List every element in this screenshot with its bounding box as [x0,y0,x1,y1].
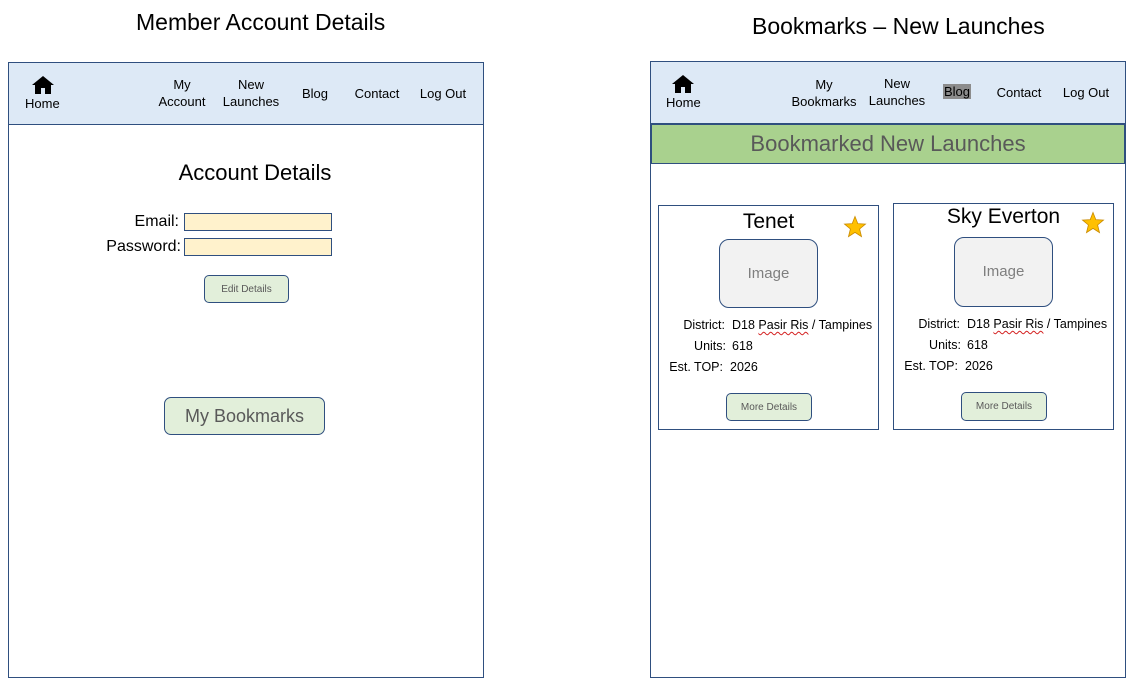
district-value: D18 Pasir Ris / Tampines [967,317,1108,331]
left-mockup-frame: Home My Account New Launches Blog Contac… [8,62,484,678]
left-navbar: Home My Account New Launches Blog Contac… [9,63,483,125]
nav-contact[interactable]: Contact [349,85,405,102]
nav-new-launches[interactable]: New Launches [865,75,929,109]
nav-my-account[interactable]: My Account [154,76,210,110]
nav-blog[interactable]: Blog [295,85,335,102]
right-mockup-title: Bookmarks – New Launches [752,13,1045,39]
units-value: 618 [967,338,988,352]
nav-blog[interactable]: Blog [937,83,977,100]
top-label: Est. TOP: [904,359,958,373]
top-label: Est. TOP: [669,360,723,374]
nav-log-out[interactable]: Log Out [415,85,471,102]
units-label: Units: [929,338,961,352]
district-label: District: [683,318,725,332]
password-field[interactable] [184,238,332,256]
home-icon[interactable] [671,74,695,94]
star-icon[interactable] [1081,211,1105,235]
left-mockup-title: Member Account Details [136,9,386,35]
right-mockup-frame: Home My Bookmarks New Launches Blog Cont… [650,61,1126,678]
home-icon[interactable] [31,75,55,95]
more-details-button[interactable]: More Details [726,393,812,421]
edit-details-button[interactable]: Edit Details [204,275,289,303]
nav-log-out[interactable]: Log Out [1058,84,1114,101]
nav-blog-highlighted-label: Blog [942,84,972,99]
nav-my-bookmarks[interactable]: My Bookmarks [789,76,859,110]
more-details-button[interactable]: More Details [961,392,1047,421]
right-navbar: Home My Bookmarks New Launches Blog Cont… [651,62,1125,124]
email-field[interactable] [184,213,332,231]
district-value: D18 Pasir Ris / Tampines [732,318,873,332]
star-icon[interactable] [843,215,867,239]
launch-card: Sky Everton Image District: D18 Pasir Ri… [893,203,1114,430]
nav-home[interactable]: Home [25,96,60,111]
units-label: Units: [694,339,726,353]
district-label: District: [918,317,960,331]
nav-contact[interactable]: Contact [991,84,1047,101]
email-label: Email: [134,213,179,230]
password-label: Password: [106,238,181,255]
nav-home[interactable]: Home [666,95,701,110]
units-value: 618 [732,339,753,353]
bookmarked-banner: Bookmarked New Launches [651,124,1125,164]
top-value: 2026 [730,360,758,374]
image-placeholder: Image [954,237,1053,307]
nav-new-launches[interactable]: New Launches [219,76,283,110]
my-bookmarks-button[interactable]: My Bookmarks [164,397,325,435]
image-placeholder: Image [719,239,818,308]
top-value: 2026 [965,359,993,373]
launch-card: Tenet Image District: D18 Pasir Ris / Ta… [658,205,879,430]
account-details-heading: Account Details [178,160,332,185]
